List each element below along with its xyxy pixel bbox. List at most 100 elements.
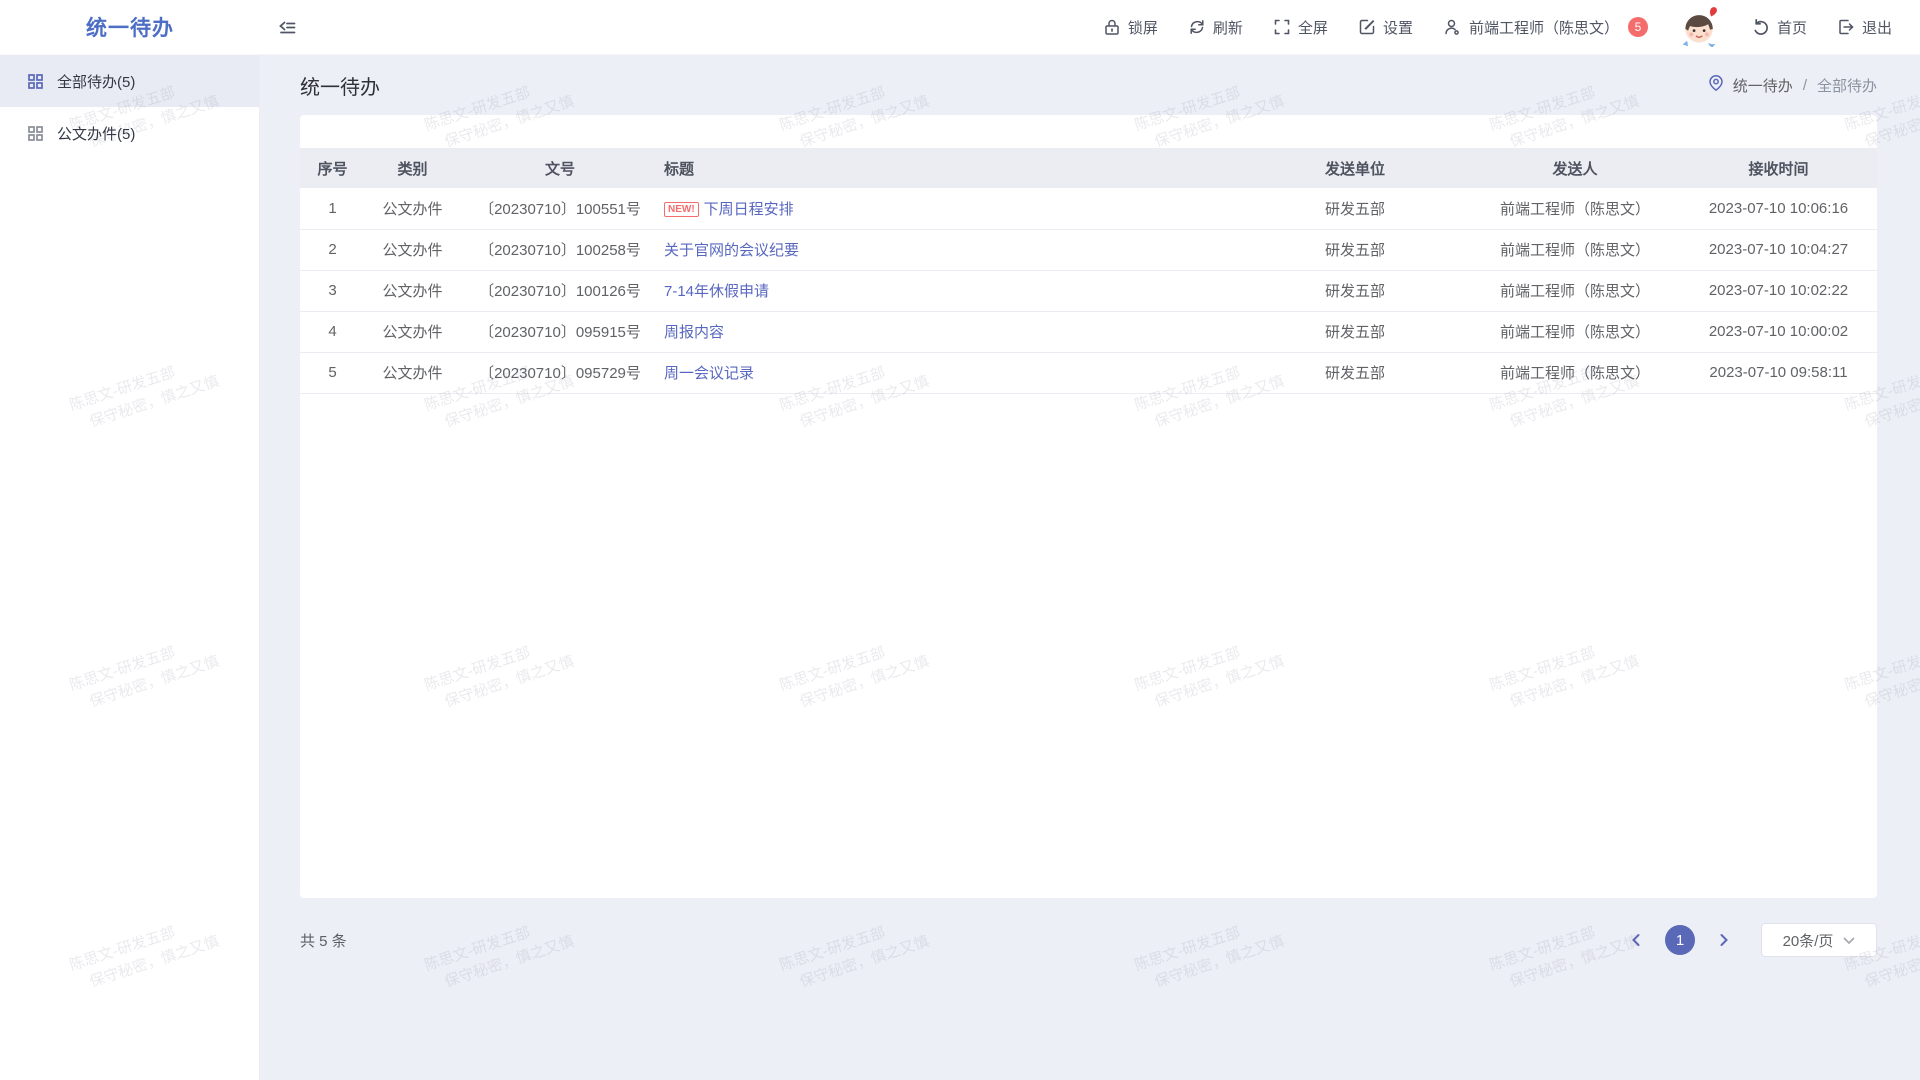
settings-label: 设置 xyxy=(1383,17,1413,38)
cell-category: 公文办件 xyxy=(365,270,460,311)
cell-sender: 前端工程师（陈思文） xyxy=(1470,352,1680,393)
refresh-label: 刷新 xyxy=(1213,17,1243,38)
sidebar-item-all-todo[interactable]: 全部待办(5) xyxy=(0,55,259,107)
column-header: 序号 xyxy=(300,148,365,188)
column-header: 接收时间 xyxy=(1680,148,1877,188)
table-row: 5 公文办件 〔20230710〕095729号 周一会议记录 研发五部 前端工… xyxy=(300,352,1877,393)
todo-table: 序号类别文号标题发送单位发送人接收时间 1 公文办件 〔20230710〕100… xyxy=(300,148,1877,394)
total-count-label: 共 5 条 xyxy=(300,930,347,951)
column-header: 发送人 xyxy=(1470,148,1680,188)
cell-category: 公文办件 xyxy=(365,352,460,393)
cell-index: 2 xyxy=(300,229,365,270)
column-header: 文号 xyxy=(460,148,660,188)
cell-unit: 研发五部 xyxy=(1240,352,1470,393)
cell-title: 关于官网的会议纪要 xyxy=(660,229,1240,270)
main-content: 统一待办 统一待办 / 全部待办 序号类别文号标题发送单位发送人接收时间 1 公… xyxy=(260,55,1920,1080)
prev-page-button[interactable] xyxy=(1625,925,1647,955)
cell-category: 公文办件 xyxy=(365,188,460,229)
doc-title-link[interactable]: 关于官网的会议纪要 xyxy=(664,242,799,259)
cell-time: 2023-07-10 10:04:27 xyxy=(1680,229,1877,270)
cell-category: 公文办件 xyxy=(365,311,460,352)
logout-button[interactable]: 退出 xyxy=(1837,17,1892,38)
lock-screen-label: 锁屏 xyxy=(1128,17,1158,38)
undo-home-icon xyxy=(1752,18,1770,36)
cell-index: 1 xyxy=(300,188,365,229)
cell-title: 周一会议记录 xyxy=(660,352,1240,393)
cell-time: 2023-07-10 10:00:02 xyxy=(1680,311,1877,352)
logout-icon xyxy=(1837,18,1855,36)
cell-title: NEW! 下周日程安排 xyxy=(660,188,1240,229)
doc-title-link[interactable]: 周一会议记录 xyxy=(664,365,754,382)
breadcrumb-root[interactable]: 统一待办 xyxy=(1733,75,1793,96)
doc-title-link[interactable]: 7-14年休假申请 xyxy=(664,283,769,300)
cell-index: 5 xyxy=(300,352,365,393)
breadcrumb: 统一待办 / 全部待办 xyxy=(1707,74,1877,96)
column-header: 发送单位 xyxy=(1240,148,1470,188)
pagination: 1 20条/页 xyxy=(1625,923,1877,957)
doc-title-link[interactable]: 周报内容 xyxy=(664,324,724,341)
current-user-menu[interactable]: 前端工程师（陈思文） 5 xyxy=(1443,17,1648,38)
avatar[interactable] xyxy=(1678,4,1722,50)
sidebar-item-label: 全部待办(5) xyxy=(57,71,135,92)
cell-sender: 前端工程师（陈思文） xyxy=(1470,270,1680,311)
next-page-button[interactable] xyxy=(1713,925,1735,955)
cell-unit: 研发五部 xyxy=(1240,311,1470,352)
top-header: 统一待办 锁屏 xyxy=(0,0,1920,55)
table-header-row: 序号类别文号标题发送单位发送人接收时间 xyxy=(300,148,1877,188)
cell-time: 2023-07-10 10:02:22 xyxy=(1680,270,1877,311)
cell-index: 4 xyxy=(300,311,365,352)
table-row: 3 公文办件 〔20230710〕100126号 7-14年休假申请 研发五部 … xyxy=(300,270,1877,311)
home-label: 首页 xyxy=(1777,17,1807,38)
cell-time: 2023-07-10 10:06:16 xyxy=(1680,188,1877,229)
refresh-icon xyxy=(1188,18,1206,36)
cell-doc-no: 〔20230710〕100258号 xyxy=(460,229,660,270)
cell-category: 公文办件 xyxy=(365,229,460,270)
page-size-select[interactable]: 20条/页 xyxy=(1761,923,1877,957)
todo-count-badge: 5 xyxy=(1628,17,1648,37)
table-row: 1 公文办件 〔20230710〕100551号 NEW! 下周日程安排 研发五部… xyxy=(300,188,1877,229)
sidebar-item-label: 公文办件(5) xyxy=(57,123,135,144)
user-icon xyxy=(1443,18,1462,37)
user-name-label: 前端工程师（陈思文） xyxy=(1469,17,1619,38)
table-row: 4 公文办件 〔20230710〕095915号 周报内容 研发五部 前端工程师… xyxy=(300,311,1877,352)
home-button[interactable]: 首页 xyxy=(1752,17,1807,38)
refresh-button[interactable]: 刷新 xyxy=(1188,17,1243,38)
cell-doc-no: 〔20230710〕100126号 xyxy=(460,270,660,311)
cell-time: 2023-07-10 09:58:11 xyxy=(1680,352,1877,393)
table-footer: 共 5 条 1 20条/页 xyxy=(260,915,1920,965)
cell-sender: 前端工程师（陈思文） xyxy=(1470,229,1680,270)
fullscreen-label: 全屏 xyxy=(1298,17,1328,38)
table-row: 2 公文办件 〔20230710〕100258号 关于官网的会议纪要 研发五部 … xyxy=(300,229,1877,270)
sidebar: 全部待办(5) 公文办件(5) xyxy=(0,55,260,1080)
page-title: 统一待办 xyxy=(300,71,380,100)
breadcrumb-current: 全部待办 xyxy=(1817,75,1877,96)
cell-unit: 研发五部 xyxy=(1240,229,1470,270)
cell-sender: 前端工程师（陈思文） xyxy=(1470,188,1680,229)
settings-button[interactable]: 设置 xyxy=(1358,17,1413,38)
todo-table-card: 序号类别文号标题发送单位发送人接收时间 1 公文办件 〔20230710〕100… xyxy=(300,115,1877,898)
cell-title: 7-14年休假申请 xyxy=(660,270,1240,311)
doc-title-link[interactable]: 下周日程安排 xyxy=(704,201,794,218)
fullscreen-button[interactable]: 全屏 xyxy=(1273,17,1328,38)
cell-unit: 研发五部 xyxy=(1240,270,1470,311)
page-size-value: 20条/页 xyxy=(1783,930,1834,951)
column-header: 类别 xyxy=(365,148,460,188)
fullscreen-icon xyxy=(1273,18,1291,36)
new-badge: NEW! xyxy=(664,202,699,217)
grid-icon xyxy=(27,73,44,90)
cell-title: 周报内容 xyxy=(660,311,1240,352)
settings-icon xyxy=(1358,18,1376,36)
lock-screen-button[interactable]: 锁屏 xyxy=(1103,17,1158,38)
sidebar-collapse-icon[interactable] xyxy=(272,12,302,42)
app-logo: 统一待办 xyxy=(0,12,260,42)
page-number-button[interactable]: 1 xyxy=(1665,925,1695,955)
lock-icon xyxy=(1103,18,1121,36)
cell-doc-no: 〔20230710〕100551号 xyxy=(460,188,660,229)
sidebar-item-official-doc[interactable]: 公文办件(5) xyxy=(0,107,259,159)
chevron-down-icon xyxy=(1843,932,1855,949)
breadcrumb-separator: / xyxy=(1801,77,1809,94)
cell-doc-no: 〔20230710〕095915号 xyxy=(460,311,660,352)
cell-unit: 研发五部 xyxy=(1240,188,1470,229)
column-header: 标题 xyxy=(660,148,1240,188)
logout-label: 退出 xyxy=(1862,17,1892,38)
